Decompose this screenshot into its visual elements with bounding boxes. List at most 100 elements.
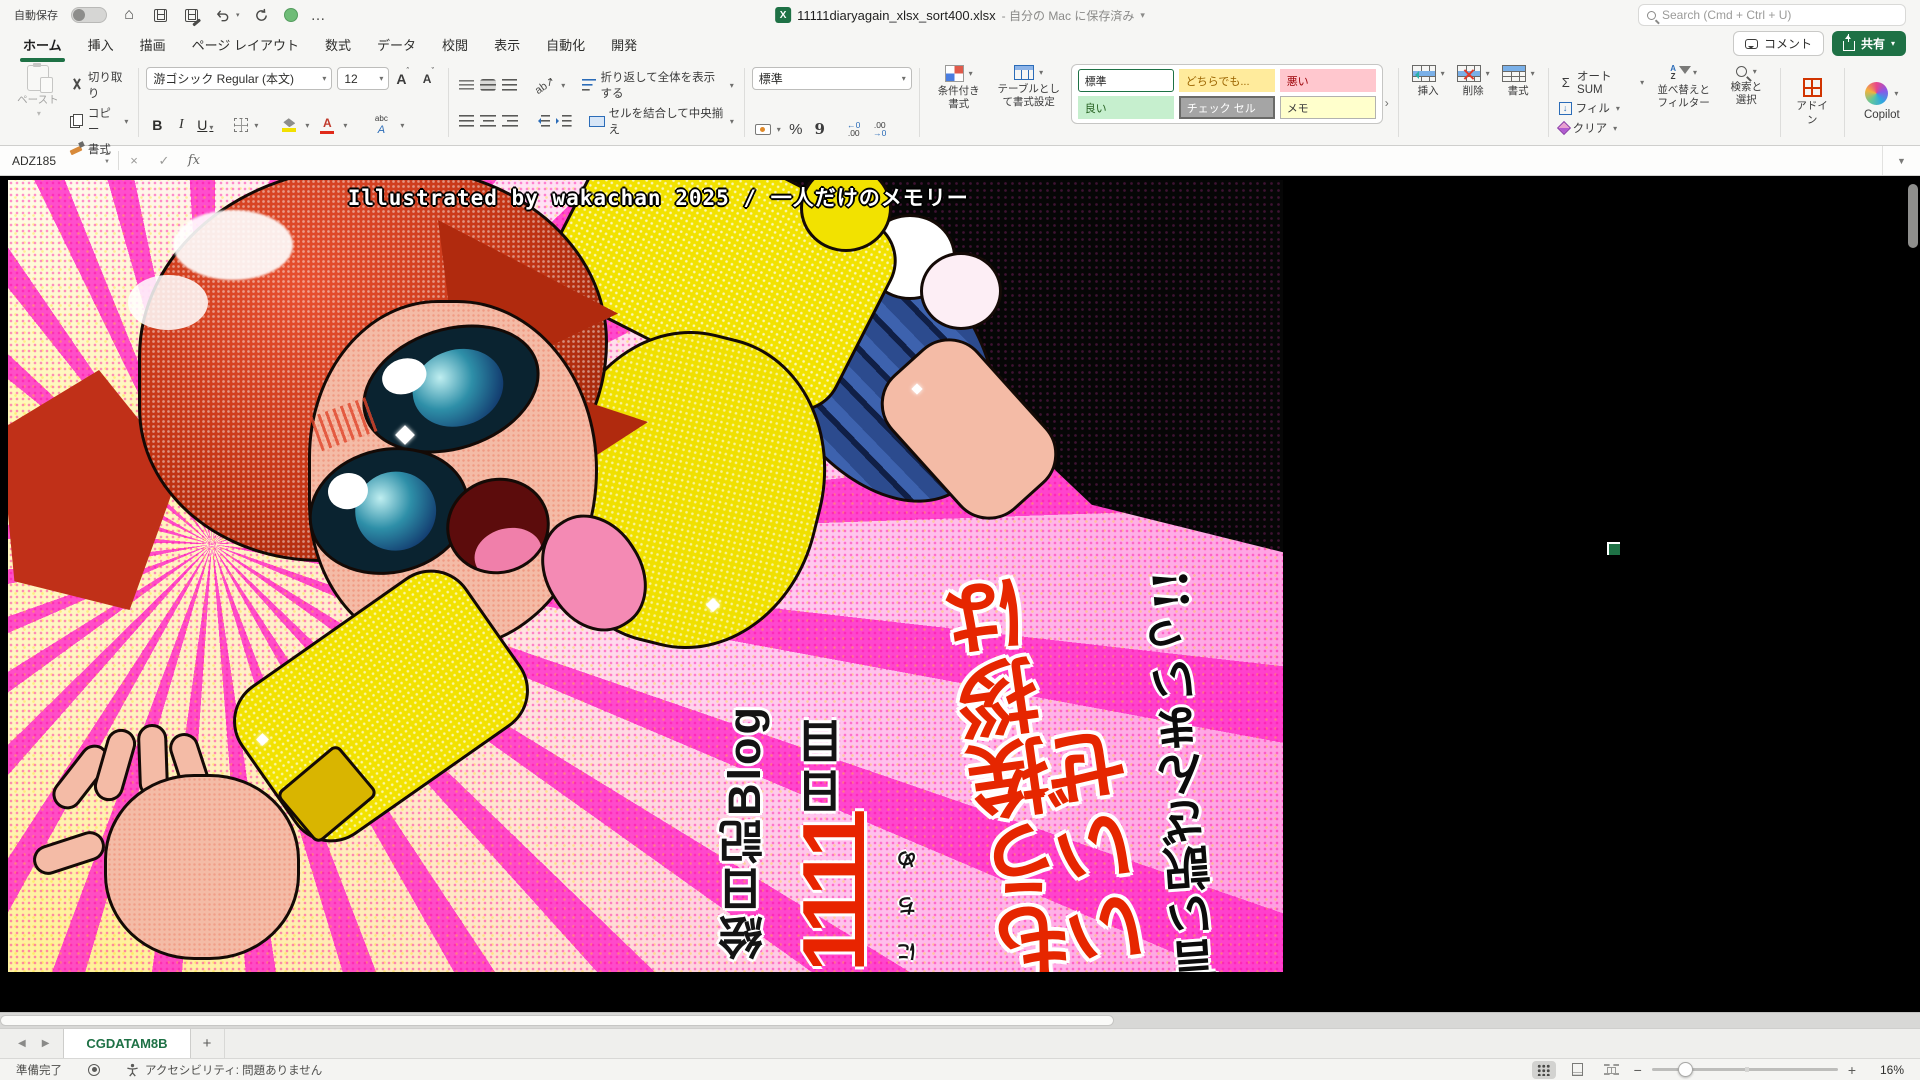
insert-function-icon[interactable]: fx xyxy=(179,146,209,175)
conditional-formatting-button[interactable]: 条件付き書式 xyxy=(927,64,991,112)
cancel-icon[interactable]: × xyxy=(119,146,149,175)
name-box-stepper[interactable]: ▲▼ xyxy=(104,150,110,167)
tab-view[interactable]: 表示 xyxy=(481,30,533,58)
borders-button[interactable] xyxy=(231,116,261,134)
copy-button[interactable]: コピー xyxy=(66,103,132,139)
tab-formulas[interactable]: 数式 xyxy=(312,30,364,58)
format-cells-button[interactable]: 書式 xyxy=(1496,64,1541,99)
italic-button[interactable]: I xyxy=(170,117,192,133)
comma-style-button[interactable]: 9 xyxy=(808,120,832,138)
undo-icon[interactable] xyxy=(213,6,231,24)
tab-page-layout[interactable]: ページ レイアウト xyxy=(179,30,312,58)
tab-draw[interactable]: 描画 xyxy=(127,30,179,58)
tab-home[interactable]: ホーム xyxy=(10,30,75,58)
tab-insert[interactable]: 挿入 xyxy=(75,30,127,58)
sort-filter-button[interactable]: AZ 並べ替えとフィルター xyxy=(1647,64,1720,111)
zoom-slider-knob[interactable] xyxy=(1678,1062,1693,1077)
enter-icon[interactable]: ✓ xyxy=(149,146,179,175)
style-check-cell[interactable]: チェック セル xyxy=(1179,96,1275,119)
formula-input[interactable] xyxy=(209,146,1882,175)
macro-record-icon[interactable] xyxy=(88,1064,100,1076)
copilot-button[interactable]: Copilot xyxy=(1852,64,1912,141)
format-as-table-button[interactable]: テーブルとして書式設定 xyxy=(991,64,1067,110)
align-top-icon[interactable] xyxy=(459,80,474,90)
align-left-icon[interactable] xyxy=(459,115,475,127)
autosum-button[interactable]: Σオート SUM xyxy=(1556,66,1648,98)
merge-center-button[interactable]: セルを結合して中央揃え xyxy=(586,103,737,139)
save-as-icon[interactable] xyxy=(182,6,200,24)
tab-developer[interactable]: 開発 xyxy=(598,30,650,58)
save-icon[interactable] xyxy=(151,6,169,24)
more-commands-icon[interactable]: … xyxy=(311,7,327,24)
zoom-slider[interactable] xyxy=(1652,1068,1838,1071)
wrap-text-button[interactable]: 折り返して全体を表示する xyxy=(579,67,737,103)
horizontal-scrollbar[interactable] xyxy=(0,1012,1920,1028)
align-middle-icon[interactable] xyxy=(480,79,495,91)
next-sheet-icon[interactable]: ▶ xyxy=(42,1038,50,1049)
fill-button[interactable]: ↓フィル xyxy=(1556,98,1648,118)
cut-button[interactable]: 切り取り xyxy=(66,67,132,103)
style-bad[interactable]: 悪い xyxy=(1280,69,1376,92)
sheet-tab-active[interactable]: CGDATAM8B xyxy=(63,1029,190,1058)
underline-button[interactable]: U xyxy=(194,117,216,133)
sheet-canvas[interactable]: Illustrated by wakachan 2025 / 一人だけのメモリー… xyxy=(0,176,1920,1012)
zoom-out-button[interactable]: − xyxy=(1634,1062,1642,1078)
search-input[interactable] xyxy=(1662,8,1897,22)
orientation-button[interactable]: ab↗ xyxy=(531,77,568,94)
vertical-scrollbar[interactable] xyxy=(1908,184,1918,248)
increase-font-icon[interactable]: Aˆ xyxy=(389,71,415,87)
accounting-format-button[interactable] xyxy=(752,122,784,137)
align-bottom-icon[interactable] xyxy=(502,79,517,91)
style-good[interactable]: 良い xyxy=(1078,96,1174,119)
tab-data[interactable]: データ xyxy=(364,30,429,58)
style-neutral[interactable]: どちらでも... xyxy=(1179,69,1275,92)
page-break-view-button[interactable] xyxy=(1600,1061,1624,1079)
font-color-button[interactable]: A xyxy=(314,114,350,137)
style-normal[interactable]: 標準 xyxy=(1078,69,1174,92)
decrease-font-icon[interactable]: Aˇ xyxy=(416,72,441,86)
decrease-indent-icon[interactable] xyxy=(535,115,551,127)
gallery-more-icon[interactable]: › xyxy=(1385,96,1389,110)
fill-color-button[interactable] xyxy=(276,116,312,134)
phonetic-guide-button[interactable]: abcA xyxy=(365,112,407,138)
search-box[interactable] xyxy=(1638,4,1906,26)
addins-button[interactable]: アドイン xyxy=(1788,64,1837,141)
insert-cells-button[interactable]: 挿入 xyxy=(1406,64,1451,99)
formula-bar-expand-icon[interactable]: ▼ xyxy=(1882,146,1920,175)
title-chevron-icon[interactable]: ▾ xyxy=(1140,10,1145,21)
comments-button[interactable]: コメント xyxy=(1733,31,1824,56)
add-sheet-button[interactable]: + xyxy=(191,1029,225,1058)
presence-status-icon[interactable] xyxy=(284,8,298,22)
horizontal-scrollbar-thumb[interactable] xyxy=(0,1015,1114,1026)
style-note[interactable]: メモ xyxy=(1280,96,1376,119)
name-box[interactable]: ADZ185 ▲▼ xyxy=(0,146,118,175)
increase-decimal-icon[interactable]: ←0.00 xyxy=(841,121,867,138)
tab-review[interactable]: 校閲 xyxy=(429,30,481,58)
undo-dropdown-icon[interactable]: ▾ xyxy=(236,11,240,19)
autosave-toggle[interactable] xyxy=(71,7,107,23)
align-center-icon[interactable] xyxy=(480,115,496,127)
clear-button[interactable]: クリア xyxy=(1556,118,1648,138)
page-layout-view-button[interactable] xyxy=(1566,1061,1590,1079)
zoom-level[interactable]: 16% xyxy=(1866,1063,1904,1077)
accessibility-status[interactable]: アクセシビリティ: 問題ありません xyxy=(126,1062,322,1078)
bold-button[interactable]: B xyxy=(146,117,168,133)
home-icon[interactable]: ⌂ xyxy=(120,6,138,24)
prev-sheet-icon[interactable]: ◀ xyxy=(18,1038,26,1049)
percent-style-button[interactable]: % xyxy=(784,121,808,138)
decrease-decimal-icon[interactable]: .00→0 xyxy=(867,121,893,138)
number-format-select[interactable]: 標準 xyxy=(752,67,912,90)
normal-view-button[interactable] xyxy=(1532,1061,1556,1079)
zoom-in-button[interactable]: + xyxy=(1848,1062,1856,1078)
delete-cells-button[interactable]: 削除 xyxy=(1451,64,1496,99)
font-family-select[interactable]: 游ゴシック Regular (本文) xyxy=(146,67,332,90)
share-button[interactable]: 共有 ▾ xyxy=(1832,31,1906,56)
tab-automate[interactable]: 自動化 xyxy=(533,30,598,58)
find-select-button[interactable]: 検索と選択 xyxy=(1720,64,1773,108)
document-title[interactable]: X 11111diaryagain_xlsx_sort400.xlsx - 自分… xyxy=(775,0,1145,30)
font-size-select[interactable]: 12 xyxy=(337,67,389,90)
paste-button[interactable]: ペースト xyxy=(10,64,66,121)
increase-indent-icon[interactable] xyxy=(556,115,572,127)
align-right-icon[interactable] xyxy=(502,115,518,127)
redo-icon[interactable] xyxy=(253,6,271,24)
